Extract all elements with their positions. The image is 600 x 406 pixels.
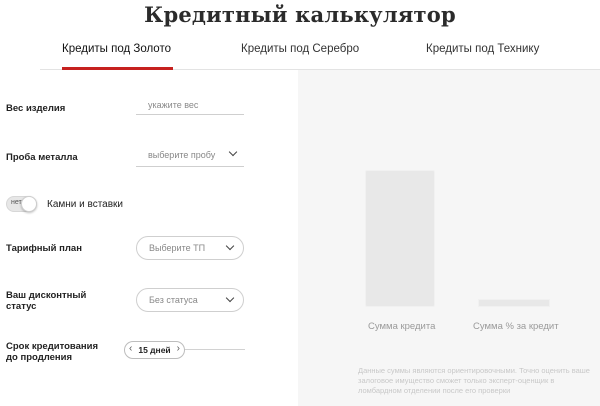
purity-select-value: выберите пробу (148, 150, 216, 160)
purity-select[interactable]: выберите пробу (136, 145, 244, 167)
tab-gold[interactable]: Кредиты под Золото (62, 43, 171, 55)
stones-label: Камни и вставки (47, 199, 124, 210)
tariff-select-value: Выберите ТП (149, 243, 206, 253)
bar-label-loan-amount: Сумма кредита (368, 321, 436, 332)
term-value: 15 дней (138, 345, 171, 355)
chevron-down-icon (225, 241, 235, 251)
page-title: Кредитный калькулятор (144, 2, 456, 27)
discount-label-line1: Ваш дисконтный (6, 290, 87, 301)
tariff-select[interactable]: Выберите ТП (136, 236, 244, 260)
chevron-down-icon (228, 147, 238, 157)
chevron-down-icon (225, 293, 235, 303)
stones-toggle[interactable]: нет (6, 196, 37, 212)
term-label-line1: Срок кредитования (6, 341, 99, 352)
result-panel: Сумма кредита Сумма % за кредит Данные с… (298, 70, 600, 406)
purity-label: Проба металла (6, 152, 78, 163)
discount-select-value: Без статуса (149, 295, 198, 305)
tariff-label: Тарифный план (6, 243, 82, 254)
bar-label-interest-amount: Сумма % за кредит (473, 321, 559, 332)
tab-tech[interactable]: Кредиты под Технику (426, 43, 539, 55)
term-slider-handle[interactable]: ‹ 15 дней › (124, 341, 185, 359)
discount-label: Ваш дисконтный статус (6, 290, 86, 312)
tab-silver[interactable]: Кредиты под Серебро (241, 43, 359, 55)
term-label-line2: до продления (6, 352, 73, 363)
tab-bar: Кредиты под Золото Кредиты под Серебро К… (40, 36, 600, 70)
chevron-right-icon: › (176, 343, 180, 354)
discount-label-line2: статус (6, 301, 37, 312)
bar-interest-amount (478, 299, 550, 307)
disclaimer-note: Данные суммы являются ориентировочными. … (358, 366, 590, 395)
toggle-knob (21, 196, 37, 212)
active-tab-indicator (62, 67, 173, 70)
term-label: Срок кредитования до продления (6, 341, 98, 363)
discount-select[interactable]: Без статуса (136, 288, 244, 312)
weight-label: Вес изделия (6, 103, 66, 114)
bar-loan-amount (365, 170, 435, 307)
weight-input[interactable] (136, 95, 244, 115)
